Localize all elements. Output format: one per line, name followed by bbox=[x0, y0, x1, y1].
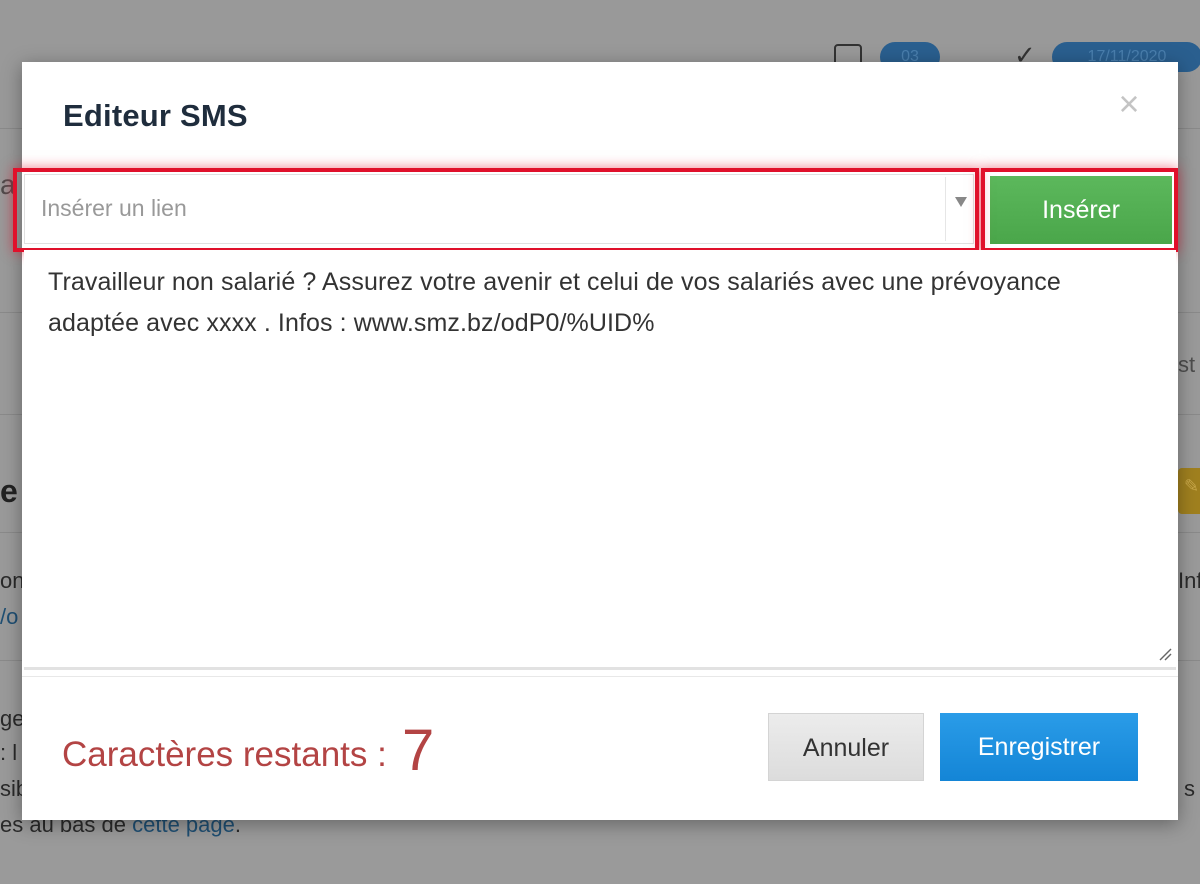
background-pin-icon: ✎ bbox=[1184, 476, 1200, 496]
cancel-button[interactable]: Annuler bbox=[768, 713, 924, 781]
background-text-fragment: on bbox=[0, 568, 25, 593]
background-text-fragment: Inf bbox=[1178, 568, 1200, 593]
background-text-fragment: ge bbox=[0, 706, 25, 731]
save-button[interactable]: Enregistrer bbox=[940, 713, 1138, 781]
background-text-fragment: st bbox=[1178, 352, 1196, 377]
background-heading-fragment: e bbox=[0, 473, 18, 509]
background-link-fragment: /o bbox=[0, 604, 19, 629]
highlight-select bbox=[13, 168, 979, 252]
sms-message-textarea[interactable]: Travailleur non salarié ? Assurez votre … bbox=[24, 250, 1176, 670]
sms-message-text: Travailleur non salarié ? Assurez votre … bbox=[48, 268, 1061, 337]
chars-remaining-count: 7 bbox=[402, 718, 435, 783]
background-text-fragment: : l bbox=[0, 740, 18, 765]
background-text-fragment: s bbox=[1184, 776, 1195, 801]
sms-editor-modal: Editeur SMS × Insérer un lien Insérer Tr… bbox=[13, 62, 1178, 821]
modal-footer: Caractères restants : 7 Annuler Enregist… bbox=[22, 676, 1178, 821]
modal-title: Editeur SMS bbox=[63, 98, 248, 133]
highlight-insert-button bbox=[981, 168, 1178, 252]
close-icon[interactable]: × bbox=[1116, 84, 1142, 124]
chars-remaining-label: Caractères restants : bbox=[62, 735, 387, 774]
resize-handle-icon[interactable] bbox=[1158, 647, 1172, 661]
modal-header: Editeur SMS × bbox=[22, 62, 1178, 170]
